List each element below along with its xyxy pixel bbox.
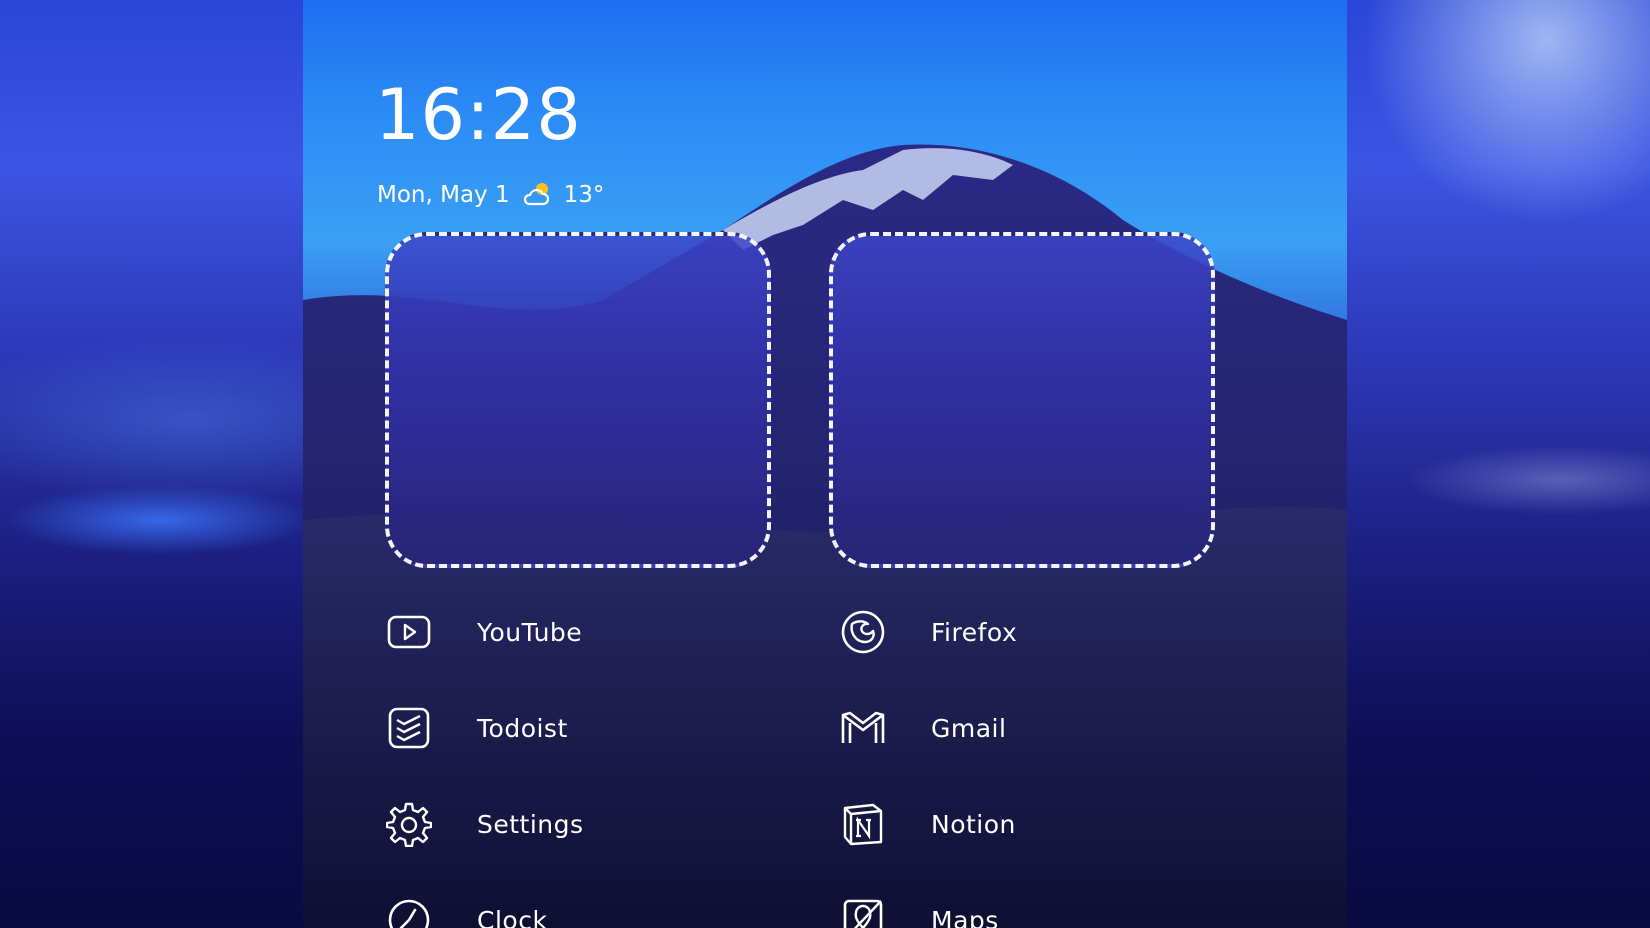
app-label: Notion	[931, 809, 1016, 839]
app-label: Settings	[477, 809, 584, 839]
app-label: Clock	[477, 905, 548, 928]
app-firefox[interactable]: Firefox	[839, 604, 1017, 660]
app-label: Maps	[931, 905, 999, 928]
app-label: YouTube	[477, 617, 583, 647]
date-weather-row[interactable]: Mon, May 1 13°	[377, 182, 604, 208]
app-settings[interactable]: Settings	[385, 796, 584, 852]
notion-icon	[839, 800, 887, 848]
clock-time[interactable]: 16:28	[375, 80, 582, 150]
date-label: Mon, May 1	[377, 182, 510, 208]
widget-slot-right[interactable]	[829, 232, 1215, 568]
widget-slot-left[interactable]	[385, 232, 771, 568]
gmail-icon	[839, 704, 887, 752]
app-maps[interactable]: Maps	[839, 892, 999, 928]
app-notion[interactable]: Notion	[839, 796, 1016, 852]
clock-icon	[385, 896, 433, 928]
todoist-icon	[385, 704, 433, 752]
home-screen: 16:28 Mon, May 1 13° YouTube Todoist Set…	[303, 0, 1347, 928]
app-todoist[interactable]: Todoist	[385, 700, 568, 756]
app-label: Firefox	[931, 617, 1018, 647]
app-gmail[interactable]: Gmail	[839, 700, 1006, 756]
partly-cloudy-icon	[522, 182, 552, 208]
app-label: Gmail	[931, 713, 1007, 743]
firefox-icon	[839, 608, 887, 656]
maps-icon	[839, 896, 887, 928]
app-youtube[interactable]: YouTube	[385, 604, 582, 660]
youtube-icon	[385, 608, 433, 656]
temperature-label: 13°	[563, 182, 605, 208]
app-clock[interactable]: Clock	[385, 892, 547, 928]
app-label: Todoist	[477, 713, 568, 743]
gear-icon	[385, 800, 433, 848]
